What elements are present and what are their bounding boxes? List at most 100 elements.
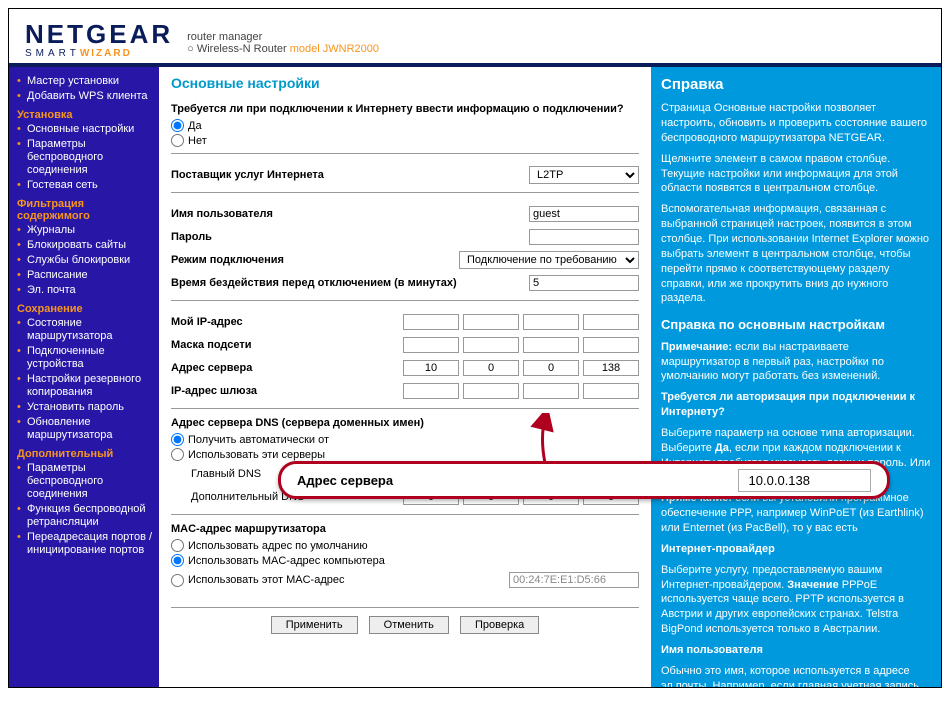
input-mac[interactable] [509, 572, 639, 588]
label-myip: Мой IP-адрес [171, 316, 403, 328]
srv-3[interactable] [523, 360, 579, 376]
sidebar-cat-setup: Установка [17, 109, 153, 121]
annotation-callout: Адрес сервера 10.0.0.138 [278, 461, 890, 499]
input-user[interactable] [529, 206, 639, 222]
sidebar-item-schedule[interactable]: Расписание [17, 269, 153, 282]
sidebar: Мастер установки Добавить WPS клиента Ус… [9, 67, 159, 687]
section-mac: MAC-адрес маршрутизатора Использовать ад… [171, 514, 639, 597]
radio-mac-pc[interactable] [171, 554, 184, 567]
sidebar-item-wizard[interactable]: Мастер установки [17, 75, 153, 88]
login-question: Требуется ли при подключении к Интернету… [171, 103, 639, 115]
test-button[interactable]: Проверка [460, 616, 539, 634]
sidebar-item-status[interactable]: Состояние маршрутизатора [17, 317, 153, 343]
radio-mac-custom[interactable] [171, 574, 184, 587]
sidebar-item-blockservices[interactable]: Службы блокировки [17, 254, 153, 267]
label-mask: Маска подсети [171, 339, 403, 351]
mask-4[interactable] [583, 337, 639, 353]
radio-yes[interactable] [171, 119, 184, 132]
sidebar-item-logs[interactable]: Журналы [17, 224, 153, 237]
help-p2: Щелкните элемент в самом правом столбце.… [661, 152, 931, 197]
gw-2[interactable] [463, 383, 519, 399]
label-mode: Режим подключения [171, 254, 459, 266]
radio-mac-pc-row[interactable]: Использовать MAC-адрес компьютера [171, 554, 639, 567]
annotation-arrow [530, 413, 560, 468]
section-ip: Мой IP-адрес Маска подсети Адрес сервера… [171, 300, 639, 408]
button-bar: Применить Отменить Проверка [171, 607, 639, 634]
section-isp: Поставщик услуг Интернета L2TP [171, 153, 639, 192]
srv-1[interactable] [403, 360, 459, 376]
mask-1[interactable] [403, 337, 459, 353]
main-panel: Основные настройки Требуется ли при подк… [159, 67, 651, 687]
apply-button[interactable]: Применить [271, 616, 358, 634]
product-tagline: router manager ○ Wireless-N Router model… [187, 31, 379, 55]
srv-2[interactable] [463, 360, 519, 376]
help-isp-h: Интернет-провайдер [661, 542, 931, 557]
help-p3: Вспомогательная информация, связанная с … [661, 202, 931, 306]
help-p4: Примечание: если вы настраиваете маршрут… [661, 340, 931, 385]
myip-2[interactable] [463, 314, 519, 330]
label-isp: Поставщик услуг Интернета [171, 169, 529, 181]
label-mac-default: Использовать адрес по умолчанию [188, 540, 368, 552]
myip-3[interactable] [523, 314, 579, 330]
label-mac-custom: Использовать этот MAC-адрес [188, 574, 344, 586]
select-mode[interactable]: Подключение по требованию [459, 251, 639, 269]
label-no: Нет [188, 135, 207, 147]
label-srv: Адрес сервера [171, 362, 403, 374]
label-dns-auto: Получить автоматически от [188, 434, 329, 446]
input-idle[interactable] [529, 275, 639, 291]
sidebar-item-basic[interactable]: Основные настройки [17, 123, 153, 136]
sidebar-item-upgrade[interactable]: Обновление маршрутизатора [17, 416, 153, 442]
tagline-row1: router manager [187, 31, 379, 43]
mac-heading: MAC-адрес маршрутизатора [171, 523, 639, 535]
radio-dns-manual-row[interactable]: Использовать эти серверы [171, 448, 639, 461]
sidebar-item-guest[interactable]: Гостевая сеть [17, 179, 153, 192]
sidebar-item-portfwd[interactable]: Переадресация портов / инициирование пор… [17, 531, 153, 557]
logo-tagline: SMARTWIZARD [25, 48, 173, 59]
help-p5: Требуется ли авторизация при подключении… [661, 390, 931, 420]
radio-dns-auto[interactable] [171, 433, 184, 446]
gw-1[interactable] [403, 383, 459, 399]
sidebar-item-email[interactable]: Эл. почта [17, 284, 153, 297]
sidebar-item-wps[interactable]: Добавить WPS клиента [17, 90, 153, 103]
sidebar-item-setpass[interactable]: Установить пароль [17, 401, 153, 414]
sidebar-item-blocksites[interactable]: Блокировать сайты [17, 239, 153, 252]
sidebar-item-repeat[interactable]: Функция беспроводной ретрансляции [17, 503, 153, 529]
select-isp[interactable]: L2TP [529, 166, 639, 184]
callout-label: Адрес сервера [297, 473, 738, 488]
section-login: Требуется ли при подключении к Интернету… [171, 103, 639, 153]
help-title: Справка [661, 75, 931, 95]
logo: NETGEAR SMARTWIZARD [25, 19, 173, 59]
label-dns-manual: Использовать эти серверы [188, 449, 325, 461]
myip-1[interactable] [403, 314, 459, 330]
sidebar-item-backup[interactable]: Настройки резервного копирования [17, 373, 153, 399]
input-pass[interactable] [529, 229, 639, 245]
help-h2: Справка по основным настройкам [661, 316, 931, 334]
radio-yes-row[interactable]: Да [171, 119, 639, 132]
radio-mac-default[interactable] [171, 539, 184, 552]
mask-2[interactable] [463, 337, 519, 353]
radio-no[interactable] [171, 134, 184, 147]
mask-3[interactable] [523, 337, 579, 353]
label-gw: IP-адрес шлюза [171, 385, 403, 397]
srv-4[interactable] [583, 360, 639, 376]
tagline-row2: ○ Wireless-N Router model JWNR2000 [187, 43, 379, 55]
radio-mac-default-row[interactable]: Использовать адрес по умолчанию [171, 539, 639, 552]
help-p1: Страница Основные настройки позволяет на… [661, 101, 931, 146]
gw-4[interactable] [583, 383, 639, 399]
sidebar-item-advwireless[interactable]: Параметры беспроводного соединения [17, 462, 153, 501]
myip-4[interactable] [583, 314, 639, 330]
radio-dns-auto-row[interactable]: Получить автоматически от [171, 433, 639, 446]
gw-3[interactable] [523, 383, 579, 399]
sidebar-item-attached[interactable]: Подключенные устройства [17, 345, 153, 371]
radio-dns-manual[interactable] [171, 448, 184, 461]
radio-no-row[interactable]: Нет [171, 134, 639, 147]
label-mac-pc: Использовать MAC-адрес компьютера [188, 555, 385, 567]
cancel-button[interactable]: Отменить [369, 616, 449, 634]
help-p8: Выберите услугу, предоставляемую вашим И… [661, 563, 931, 637]
help-panel: Справка Страница Основные настройки позв… [651, 67, 941, 687]
callout-value: 10.0.0.138 [738, 469, 871, 492]
columns: Мастер установки Добавить WPS клиента Ус… [9, 67, 941, 687]
label-pass: Пароль [171, 231, 529, 243]
radio-mac-custom-row[interactable]: Использовать этот MAC-адрес [171, 574, 509, 587]
sidebar-item-wireless[interactable]: Параметры беспроводного соединения [17, 138, 153, 177]
